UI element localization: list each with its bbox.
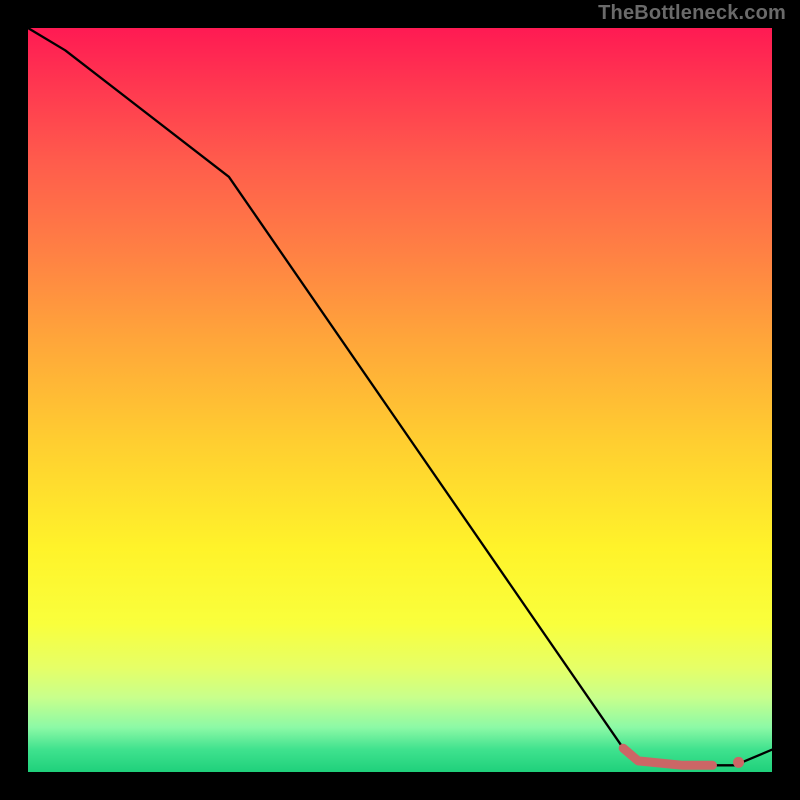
plot-area	[28, 28, 772, 772]
data-line	[28, 28, 772, 765]
fit-line	[623, 748, 712, 765]
chart-svg	[28, 28, 772, 772]
attribution-label: TheBottleneck.com	[598, 2, 786, 25]
chart-container: TheBottleneck.com	[0, 0, 800, 800]
fit-point-marker	[733, 757, 744, 768]
